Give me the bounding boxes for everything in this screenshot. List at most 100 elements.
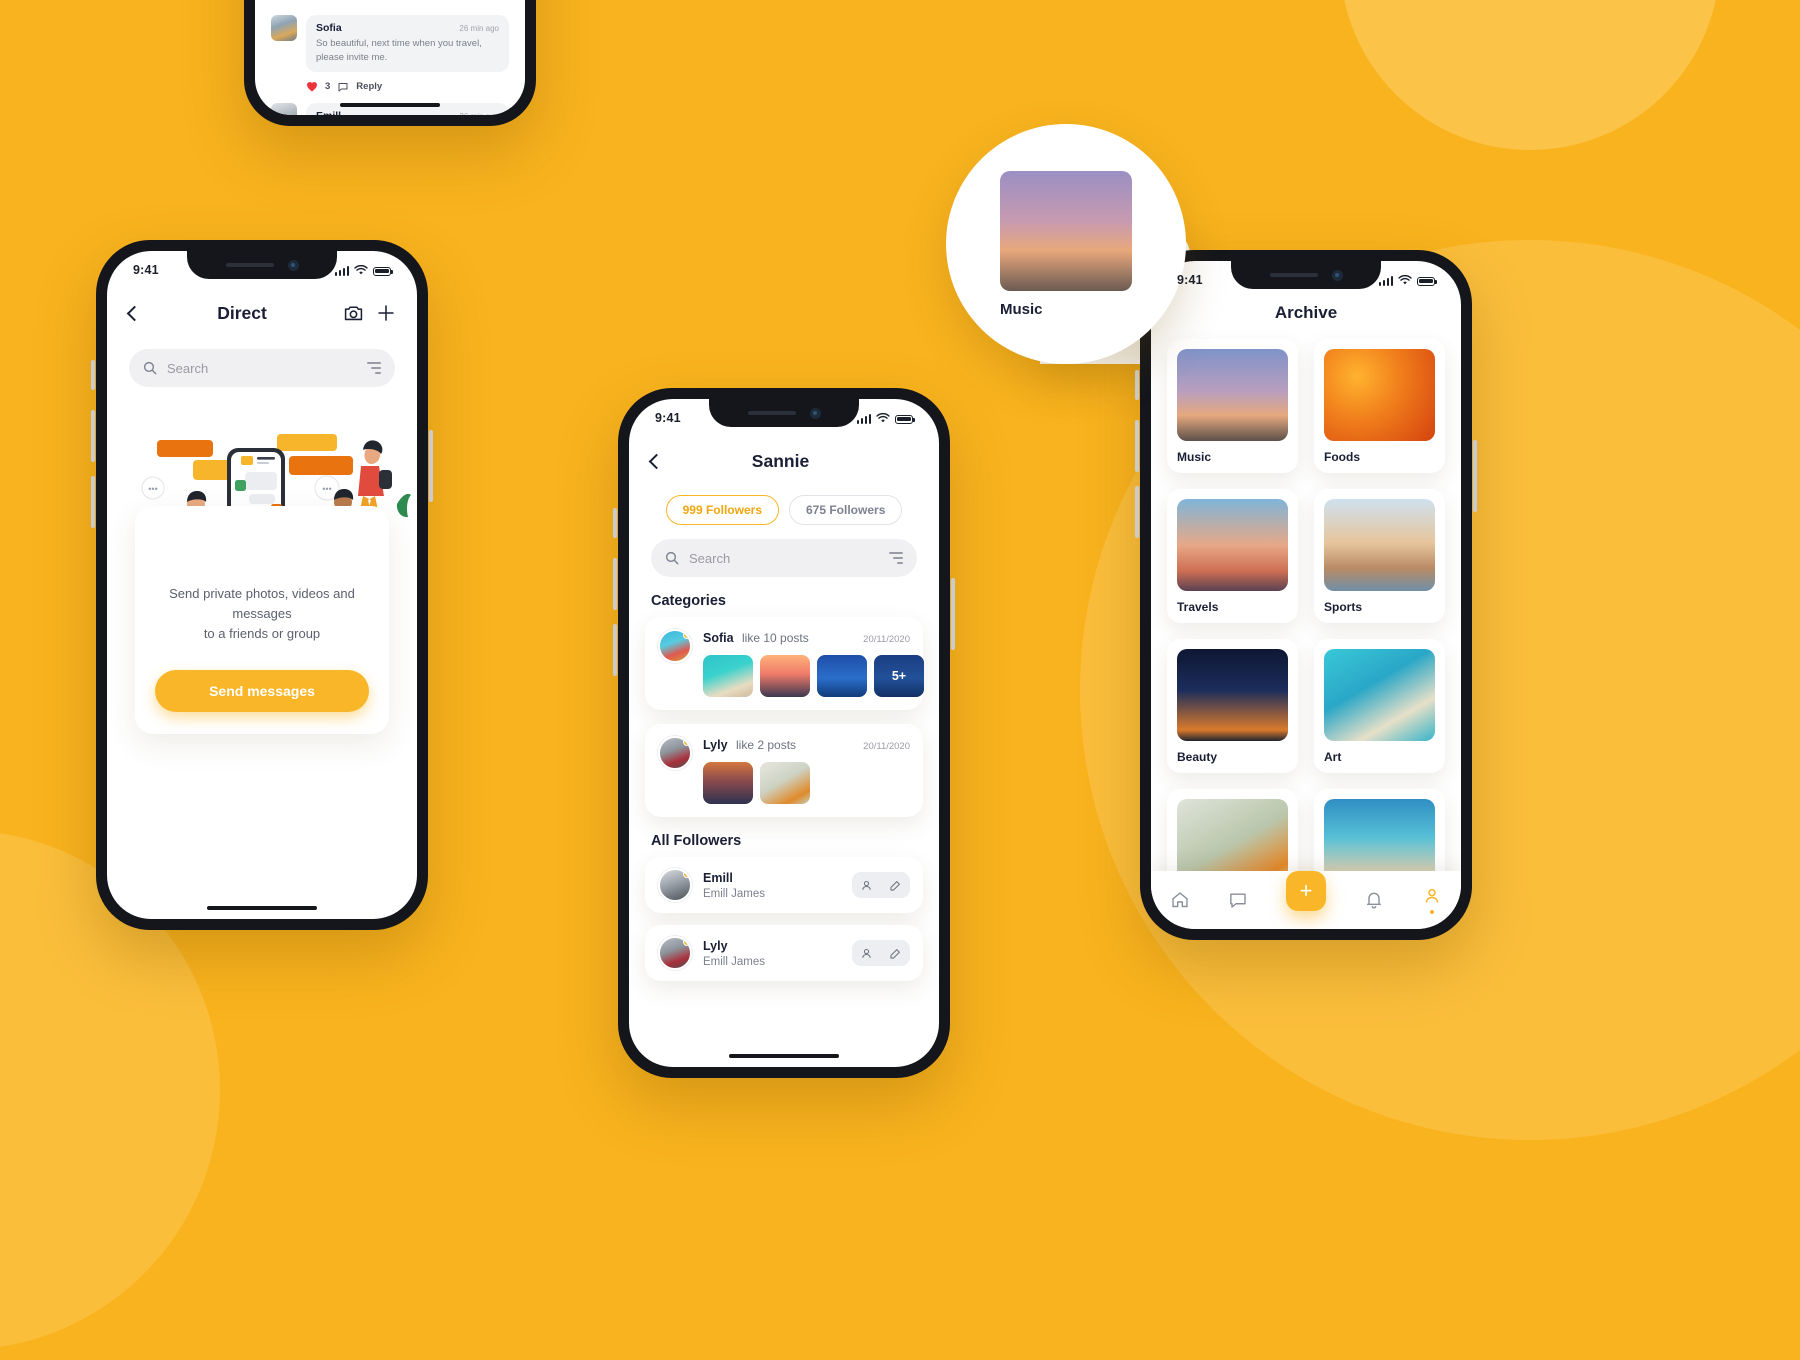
archive-thumbnail <box>1177 349 1288 441</box>
send-messages-button[interactable]: Send messages <box>155 670 369 713</box>
category-card[interactable]: Lyly like 2 posts 20/11/2020 <box>645 724 923 817</box>
comment-bubble: Sofia 26 min ago So beautiful, next time… <box>306 15 509 72</box>
wifi-icon <box>354 264 368 274</box>
category-card[interactable]: Sofia like 10 posts 20/11/2020 5+ <box>645 617 924 710</box>
cellular-signal-icon <box>1378 275 1393 286</box>
back-button[interactable] <box>126 305 143 321</box>
archive-item[interactable]: Music <box>1167 339 1298 473</box>
filter-icon[interactable] <box>367 362 381 374</box>
follower-fullname: Emill James <box>703 887 765 900</box>
archive-label: Travels <box>1177 600 1219 614</box>
online-status-dot <box>683 738 690 746</box>
page-title: Direct <box>217 302 267 323</box>
comment-text: So beautiful, next time when you travel,… <box>316 38 482 63</box>
tab-home[interactable] <box>1170 890 1190 910</box>
online-status-dot <box>683 631 690 639</box>
thumbnail-more[interactable]: 5+ <box>874 655 924 697</box>
active-tab-indicator <box>1430 910 1434 914</box>
front-camera <box>1331 269 1343 281</box>
archive-label: Foods <box>1324 450 1360 464</box>
category-subtitle: like 10 posts <box>742 631 809 645</box>
reply-button[interactable]: Reply <box>356 81 382 92</box>
back-button[interactable] <box>648 453 665 469</box>
comment-timestamp: 26 min ago <box>459 112 499 115</box>
bottom-tab-bar: + <box>1151 871 1461 929</box>
filter-icon[interactable] <box>889 552 903 564</box>
follower-row[interactable]: Emill Emill James <box>645 857 923 913</box>
archive-grid: Music Foods Travels Sports Beauty Art <box>1167 339 1445 900</box>
thumbnail[interactable] <box>760 655 810 697</box>
view-profile-button[interactable] <box>852 940 881 966</box>
archive-item[interactable]: Travels <box>1167 489 1298 623</box>
tab-notifications[interactable] <box>1364 890 1384 910</box>
more-count-label: 5+ <box>891 669 907 683</box>
archive-label: Music <box>1177 450 1212 464</box>
category-date: 20/11/2020 <box>863 634 910 645</box>
wifi-icon <box>876 412 890 422</box>
plus-icon <box>378 305 394 321</box>
page-title: Sannie <box>751 450 810 471</box>
archive-thumbnail <box>1324 649 1435 741</box>
chevron-left-icon <box>648 453 665 469</box>
avatar <box>658 629 692 663</box>
bell-icon <box>1366 892 1382 909</box>
status-indicators <box>334 264 393 276</box>
follower-info: Lyly Emill James <box>703 939 765 968</box>
person-icon <box>1425 888 1439 903</box>
cellular-signal-icon <box>856 413 871 424</box>
thumbnail[interactable] <box>817 655 867 697</box>
search-input[interactable]: Search <box>689 551 879 566</box>
chat-icon <box>1230 893 1246 908</box>
edit-button[interactable] <box>881 940 910 966</box>
search-input[interactable]: Search <box>167 361 357 376</box>
comments-screen: Sofia 26 min ago So beautiful, next time… <box>255 0 525 115</box>
archive-item[interactable]: Beauty <box>1167 639 1298 773</box>
sannie-screen: 9:41 Sannie 999 Followers 675 Followers <box>629 399 939 1067</box>
thumbnail[interactable] <box>703 655 753 697</box>
search-bar[interactable]: Search <box>129 349 395 387</box>
archive-item[interactable]: Sports <box>1314 489 1445 623</box>
search-bar[interactable]: Search <box>651 539 917 577</box>
all-followers-heading: All Followers <box>651 833 742 849</box>
notch <box>709 399 859 427</box>
archive-label: Music <box>1000 300 1043 318</box>
direct-navbar: Direct <box>107 289 417 337</box>
followers-pill-active[interactable]: 999 Followers <box>665 495 779 525</box>
navbar-actions <box>344 304 395 322</box>
add-button[interactable] <box>377 304 395 322</box>
comment-icon[interactable] <box>337 81 349 93</box>
archive-item[interactable]: Art <box>1314 639 1445 773</box>
archive-label: Art <box>1324 750 1342 764</box>
search-icon <box>143 361 157 375</box>
comment-item[interactable]: Sofia 26 min ago So beautiful, next time… <box>255 15 525 72</box>
svg-text:•••: ••• <box>148 484 157 494</box>
heart-icon[interactable] <box>306 81 318 92</box>
category-card-body: Sofia like 10 posts 20/11/2020 5+ <box>703 629 924 697</box>
thumbnail[interactable] <box>760 762 810 804</box>
category-user-name: Lyly <box>703 738 728 752</box>
tab-messages[interactable] <box>1228 890 1248 910</box>
category-thumbnails: 5+ <box>703 655 924 697</box>
magnified-archive-item[interactable]: Music <box>990 160 1142 328</box>
home-indicator <box>340 103 440 107</box>
tab-profile[interactable] <box>1422 886 1442 914</box>
notch <box>1231 261 1381 289</box>
view-profile-button[interactable] <box>852 872 881 898</box>
status-indicators <box>1378 274 1437 286</box>
avatar <box>658 868 692 902</box>
followers-pill-secondary[interactable]: 675 Followers <box>789 495 903 525</box>
followers-pill-row: 999 Followers 675 Followers <box>629 495 939 525</box>
follower-row[interactable]: Lyly Emill James <box>645 925 923 981</box>
empty-state-line1: Send private photos, videos and messages <box>169 586 355 622</box>
thumbnail[interactable] <box>703 762 753 804</box>
battery-icon <box>1417 276 1437 286</box>
speaker-grille <box>747 411 796 415</box>
comment-timestamp: 26 min ago <box>459 24 499 33</box>
add-button[interactable]: + <box>1286 871 1326 911</box>
edit-button[interactable] <box>881 872 910 898</box>
front-camera <box>287 259 299 271</box>
category-thumbnails <box>703 762 910 804</box>
camera-button[interactable] <box>344 305 363 322</box>
archive-item[interactable]: Foods <box>1314 339 1445 473</box>
follower-actions <box>852 872 910 898</box>
